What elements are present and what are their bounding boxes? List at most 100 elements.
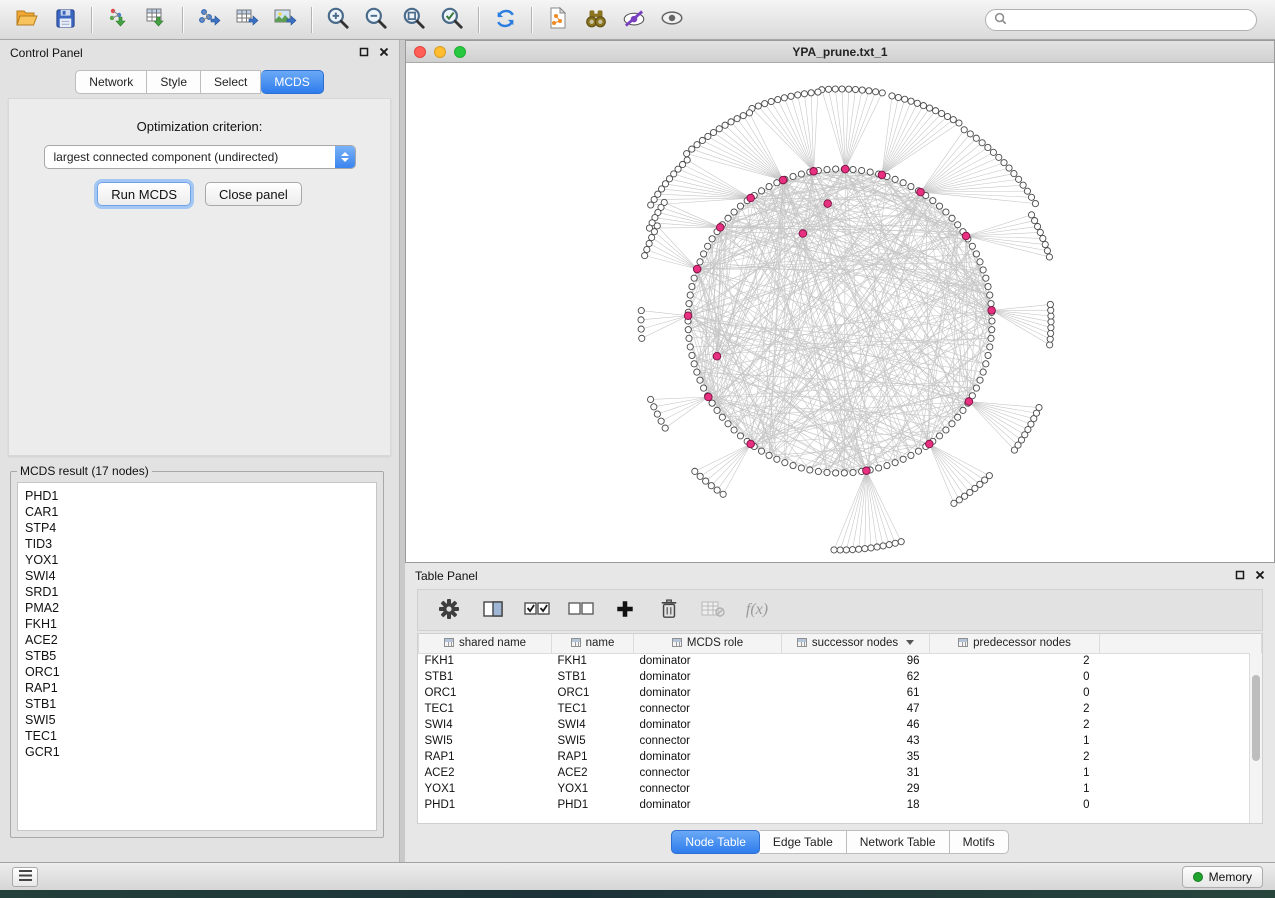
table-row[interactable]: STB1STB1dominator620: [419, 669, 1262, 685]
table-cell[interactable]: 1: [930, 781, 1100, 797]
table-cell[interactable]: FKH1: [419, 653, 552, 669]
table-cell[interactable]: dominator: [634, 717, 782, 733]
table-cell[interactable]: ORC1: [552, 685, 634, 701]
table-cell[interactable]: SWI5: [552, 733, 634, 749]
mcds-result-item[interactable]: YOX1: [25, 552, 369, 568]
close-panel-icon[interactable]: [379, 46, 389, 60]
search-input[interactable]: [1012, 13, 1248, 27]
table-cell[interactable]: dominator: [634, 653, 782, 669]
table-row[interactable]: ACE2ACE2connector311: [419, 765, 1262, 781]
mcds-result-item[interactable]: PHD1: [25, 488, 369, 504]
save-session-button[interactable]: [46, 4, 84, 36]
table-cell[interactable]: connector: [634, 733, 782, 749]
chevron-down-icon[interactable]: [906, 640, 914, 645]
tab-node-table[interactable]: Node Table: [671, 830, 760, 854]
mcds-result-item[interactable]: TEC1: [25, 728, 369, 744]
float-panel-icon[interactable]: [1235, 569, 1245, 583]
table-cell[interactable]: TEC1: [552, 701, 634, 717]
export-image-button[interactable]: [266, 4, 304, 36]
mcds-result-item[interactable]: SWI5: [25, 712, 369, 728]
table-row[interactable]: PHD1PHD1dominator180: [419, 797, 1262, 813]
close-panel-icon[interactable]: [1255, 569, 1265, 583]
table-row[interactable]: YOX1YOX1connector291: [419, 781, 1262, 797]
mcds-result-item[interactable]: ACE2: [25, 632, 369, 648]
mcds-result-list[interactable]: PHD1CAR1STP4TID3YOX1SWI4SRD1PMA2FKH1ACE2…: [17, 482, 377, 831]
table-cell[interactable]: ACE2: [419, 765, 552, 781]
table-cell[interactable]: connector: [634, 701, 782, 717]
table-row[interactable]: FKH1FKH1dominator962: [419, 653, 1262, 669]
table-cell[interactable]: 0: [930, 669, 1100, 685]
column-header-MCDS-role[interactable]: MCDS role: [634, 634, 782, 653]
window-close-icon[interactable]: [414, 46, 426, 58]
mcds-result-item[interactable]: FKH1: [25, 616, 369, 632]
show-columns-button[interactable]: [480, 597, 506, 623]
select-all-button[interactable]: [524, 597, 550, 623]
mcds-result-item[interactable]: PMA2: [25, 600, 369, 616]
deselect-all-button[interactable]: [568, 597, 594, 623]
table-cell[interactable]: 62: [782, 669, 930, 685]
table-cell[interactable]: 1: [930, 733, 1100, 749]
column-header-successor-nodes[interactable]: successor nodes: [782, 634, 930, 653]
table-cell[interactable]: 46: [782, 717, 930, 733]
close-panel-button[interactable]: Close panel: [205, 182, 302, 206]
mcds-result-item[interactable]: STB5: [25, 648, 369, 664]
table-cell[interactable]: ORC1: [419, 685, 552, 701]
export-network-button[interactable]: [190, 4, 228, 36]
table-cell[interactable]: 35: [782, 749, 930, 765]
network-search-box[interactable]: [985, 9, 1257, 31]
column-header-shared-name[interactable]: shared name: [419, 634, 552, 653]
tab-select[interactable]: Select: [201, 70, 261, 94]
table-cell[interactable]: YOX1: [419, 781, 552, 797]
table-cell[interactable]: PHD1: [552, 797, 634, 813]
mcds-result-item[interactable]: STP4: [25, 520, 369, 536]
table-cell[interactable]: 96: [782, 653, 930, 669]
table-cell[interactable]: dominator: [634, 749, 782, 765]
mcds-result-item[interactable]: RAP1: [25, 680, 369, 696]
column-header-predecessor-nodes[interactable]: predecessor nodes: [930, 634, 1100, 653]
zoom-selected-button[interactable]: [433, 4, 471, 36]
table-settings-button[interactable]: [436, 597, 462, 623]
mcds-result-item[interactable]: SRD1: [25, 584, 369, 600]
table-cell[interactable]: 2: [930, 717, 1100, 733]
table-cell[interactable]: 18: [782, 797, 930, 813]
search-network-button[interactable]: [577, 4, 615, 36]
export-table-button[interactable]: [228, 4, 266, 36]
table-cell[interactable]: 0: [930, 797, 1100, 813]
table-cell[interactable]: dominator: [634, 669, 782, 685]
table-cell[interactable]: STB1: [552, 669, 634, 685]
delete-row-button[interactable]: [656, 597, 682, 623]
open-session-button[interactable]: [8, 4, 46, 36]
tab-motifs[interactable]: Motifs: [950, 830, 1009, 854]
import-network-button[interactable]: [99, 4, 137, 36]
table-cell[interactable]: 31: [782, 765, 930, 781]
table-cell[interactable]: YOX1: [552, 781, 634, 797]
import-table-button[interactable]: [137, 4, 175, 36]
tab-edge-table[interactable]: Edge Table: [760, 830, 847, 854]
optimization-dropdown[interactable]: largest connected component (undirected): [44, 145, 356, 169]
table-row[interactable]: SWI5SWI5connector431: [419, 733, 1262, 749]
table-cell[interactable]: RAP1: [552, 749, 634, 765]
run-mcds-button[interactable]: Run MCDS: [97, 182, 191, 206]
table-cell[interactable]: SWI5: [419, 733, 552, 749]
scrollbar-thumb[interactable]: [1252, 675, 1260, 761]
table-cell[interactable]: RAP1: [419, 749, 552, 765]
add-row-button[interactable]: [612, 597, 638, 623]
table-cell[interactable]: dominator: [634, 685, 782, 701]
mcds-result-item[interactable]: TID3: [25, 536, 369, 552]
zoom-out-button[interactable]: [357, 4, 395, 36]
table-cell[interactable]: 2: [930, 653, 1100, 669]
zoom-fit-button[interactable]: [395, 4, 433, 36]
status-menu-button[interactable]: [12, 867, 38, 887]
table-cell[interactable]: ACE2: [552, 765, 634, 781]
table-cell[interactable]: dominator: [634, 797, 782, 813]
table-cell[interactable]: FKH1: [552, 653, 634, 669]
table-cell[interactable]: connector: [634, 781, 782, 797]
window-minimize-icon[interactable]: [434, 46, 446, 58]
mcds-result-item[interactable]: STB1: [25, 696, 369, 712]
table-cell[interactable]: TEC1: [419, 701, 552, 717]
network-file-button[interactable]: [539, 4, 577, 36]
table-cell[interactable]: SWI4: [419, 717, 552, 733]
table-row[interactable]: ORC1ORC1dominator610: [419, 685, 1262, 701]
tab-network[interactable]: Network: [75, 70, 147, 94]
mcds-result-item[interactable]: GCR1: [25, 744, 369, 760]
